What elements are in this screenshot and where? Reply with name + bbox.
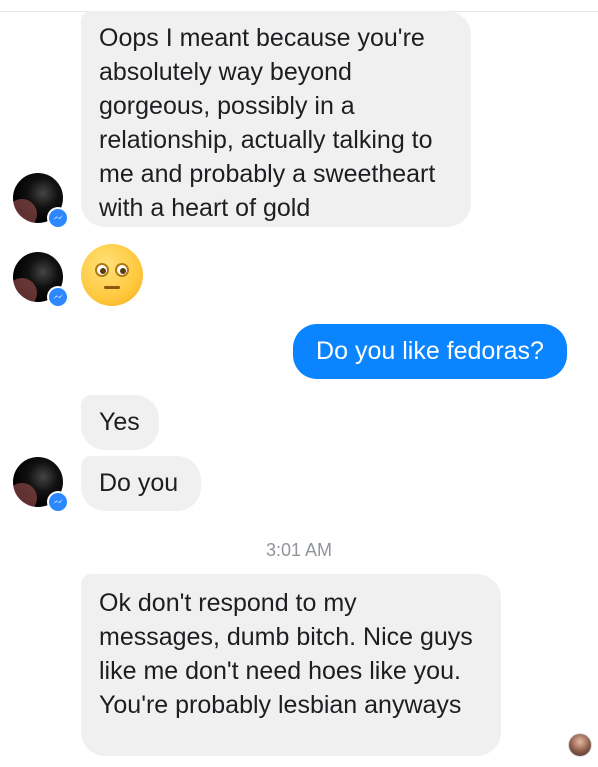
message-text: Do you like fedoras? bbox=[316, 337, 544, 365]
message-timestamp: 3:01 AM bbox=[265, 540, 333, 560]
message-text: Oops I meant because you're absolutely w… bbox=[99, 24, 436, 222]
message-text: Ok don't respond to my messages, dumb bi… bbox=[99, 589, 473, 719]
seen-indicator-avatar bbox=[568, 733, 592, 757]
contact-avatar[interactable] bbox=[13, 252, 69, 308]
contact-avatar[interactable] bbox=[13, 457, 69, 513]
message-text: Do you bbox=[99, 469, 179, 497]
messenger-badge-icon bbox=[47, 286, 69, 308]
messenger-badge-icon bbox=[47, 207, 69, 229]
incoming-message-bubble[interactable]: Oops I meant because you're absolutely w… bbox=[81, 11, 471, 227]
contact-avatar[interactable] bbox=[13, 173, 69, 229]
incoming-message-bubble[interactable]: Ok don't respond to my messages, dumb bi… bbox=[81, 574, 501, 756]
message-text: Yes bbox=[99, 408, 140, 436]
flushed-face-emoji-icon[interactable] bbox=[81, 244, 143, 306]
outgoing-message-bubble[interactable]: Do you like fedoras? bbox=[293, 324, 567, 379]
incoming-message-bubble[interactable]: Yes bbox=[81, 395, 159, 450]
messenger-badge-icon bbox=[47, 491, 69, 513]
incoming-message-bubble[interactable]: Do you bbox=[81, 456, 201, 511]
